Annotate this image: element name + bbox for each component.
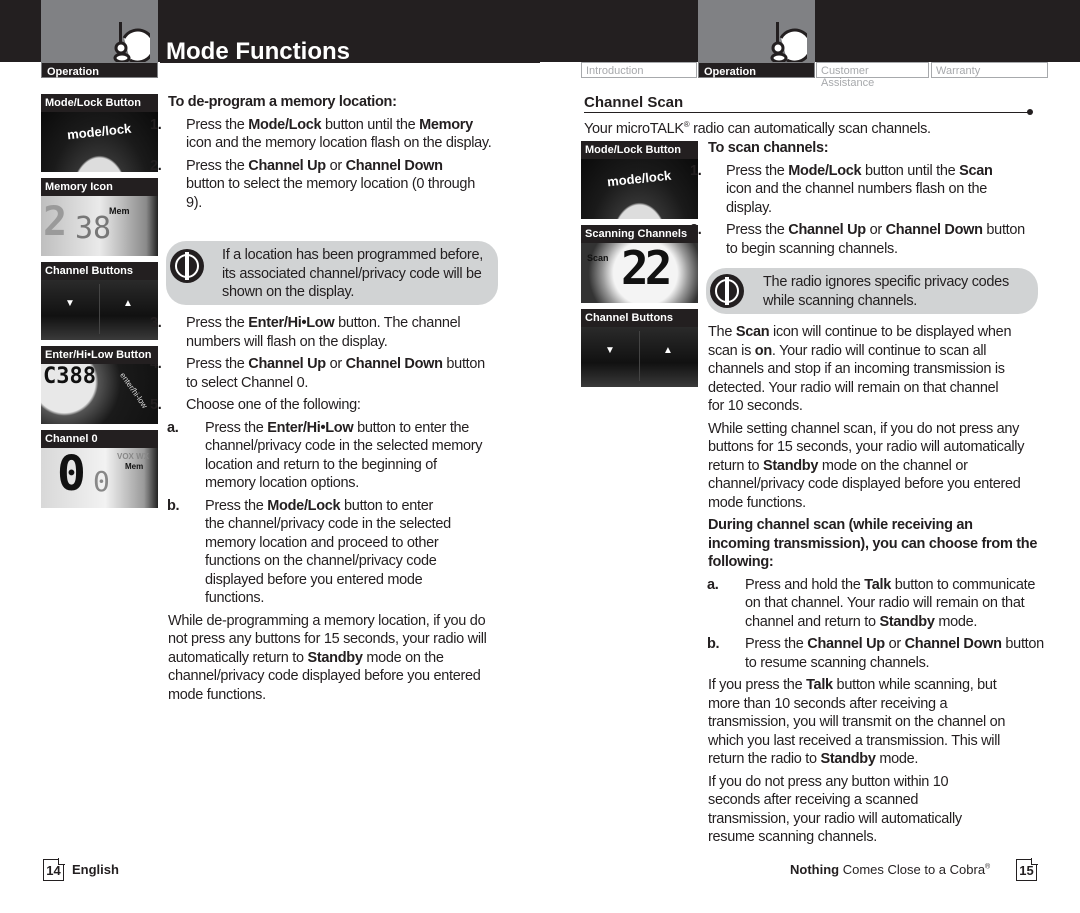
thumbnail-caption: Mode/Lock Button [581, 141, 698, 159]
section-rule-dot [1027, 109, 1033, 115]
thumbnail-caption: Mode/Lock Button [41, 94, 158, 112]
mode-lock-button-photo: mode/lock [581, 159, 698, 219]
thumbnail-caption: Enter/Hi•Low Button [41, 346, 158, 364]
mode-lock-button-photo: mode/lock [41, 112, 158, 172]
closing-paragraph: While de-programming a memory location, … [168, 612, 487, 703]
left-content-continued: 3. Press the Enter/Hi•Low button. The cha… [150, 314, 490, 708]
channel-buttons-photo: ▼ ▲ [581, 327, 698, 387]
deprogram-heading: To de-program a memory location: [168, 94, 397, 110]
note-icon [170, 249, 204, 283]
title-rule [160, 62, 540, 63]
scan-body: The Scan icon will continue to be displa… [707, 323, 1044, 851]
enter-hilow-button-photo: C388 enter/hi-low [41, 364, 158, 424]
channel-down-icon: ▼ [65, 298, 75, 309]
tab-operation[interactable]: Operation [698, 62, 815, 78]
thumbnail-scanning-channels: Scanning Channels Scan 22 [581, 225, 698, 303]
channel-buttons-photo: ▼ ▲ [41, 280, 158, 340]
tagline: Nothing Comes Close to a Cobra® [790, 862, 991, 877]
thumbnail-channel-buttons: Channel Buttons ▼ ▲ [581, 309, 698, 387]
list-item: 2. Press the Channel Up or Channel Down b… [690, 222, 1025, 257]
tab-customer-assistance[interactable]: Customer Assistance [816, 62, 929, 89]
page-number-right: 15 [1016, 858, 1038, 881]
section-tab-operation: Operation [41, 62, 158, 78]
thumbnail-channel-buttons: Channel Buttons ▼ ▲ [41, 262, 158, 340]
tab-introduction[interactable]: Introduction [581, 62, 697, 78]
thumbnail-caption: Channel Buttons [41, 262, 158, 280]
channel-0-lcd-photo: 0 0 VOX WX Mem [41, 448, 158, 508]
intro-text: Your microTALK® radio can automatically … [584, 120, 931, 137]
tab-warranty[interactable]: Warranty [931, 62, 1048, 78]
thumbnail-channel-0: Channel 0 0 0 VOX WX Mem [41, 430, 158, 508]
paragraph: The Scan icon will continue to be displa… [708, 324, 1012, 414]
list-item: 4. Press the Channel Up or Channel Down b… [150, 356, 485, 391]
note-text: If a location has been programmed before… [222, 247, 483, 300]
thumbnail-enter-hilow-button: Enter/Hi•Low Button C388 enter/hi-low [41, 346, 158, 424]
list-item: 5. Choose one of the following: [150, 397, 361, 413]
section-rule [584, 112, 1030, 113]
thumbnail-caption: Memory Icon [41, 178, 158, 196]
channel-down-icon: ▼ [605, 345, 615, 356]
list-item: 1. Press the Mode/Lock button until the S… [690, 162, 993, 216]
left-content: To de-program a memory location: 1. Press… [150, 93, 498, 216]
list-item: 1. Press the Mode/Lock button until the M… [150, 116, 492, 152]
list-item: a. Press the Enter/Hi•Low button to enter… [167, 419, 483, 492]
paragraph: If you do not press any button within 10… [708, 773, 962, 846]
thumbnail-memory-icon: Memory Icon 2 38 Mem [41, 178, 158, 256]
list-item: b. Press the Channel Up or Channel Down b… [707, 636, 1044, 671]
note-text: The radio ignores specific privacy codes… [763, 274, 1009, 309]
scanning-channels-lcd-photo: Scan 22 [581, 243, 698, 303]
memory-icon-lcd-photo: 2 38 Mem [41, 196, 158, 256]
page-number-left: 14 [43, 858, 65, 881]
radio-operation-icon [113, 22, 150, 62]
thumbnail-mode-lock-button: Mode/Lock Button mode/lock [581, 141, 698, 219]
list-item: 2. Press the Channel Up or Channel Down b… [150, 157, 475, 211]
paragraph: If you press the Talk button while scann… [708, 677, 1006, 767]
note-callout: If a location has been programmed before… [166, 241, 498, 305]
list-item: b. Press the Mode/Lock button to enter th… [167, 497, 451, 607]
thumbnail-caption: Channel Buttons [581, 309, 698, 327]
list-item: 3. Press the Enter/Hi•Low button. The cha… [150, 315, 461, 350]
channel-up-icon: ▲ [123, 298, 133, 309]
scan-heading: To scan channels: [708, 140, 829, 156]
section-title: Channel Scan [584, 94, 684, 111]
scan-steps: To scan channels: 1. Press the Mode/Lock … [690, 139, 1028, 262]
channel-up-icon: ▲ [663, 345, 673, 356]
list-item: a. Press and hold the Talk button to comm… [707, 576, 1036, 630]
language-label: English [72, 862, 119, 877]
page-title: Mode Functions [166, 38, 350, 65]
thumbnail-mode-lock-button: Mode/Lock Button mode/lock [41, 94, 158, 172]
note-callout: The radio ignores specific privacy codes… [706, 268, 1038, 314]
radio-operation-icon [770, 22, 807, 62]
during-scan-heading: During channel scan (while receiving an … [708, 517, 1038, 570]
paragraph: While setting channel scan, if you do no… [708, 420, 1025, 511]
note-icon [710, 274, 744, 308]
